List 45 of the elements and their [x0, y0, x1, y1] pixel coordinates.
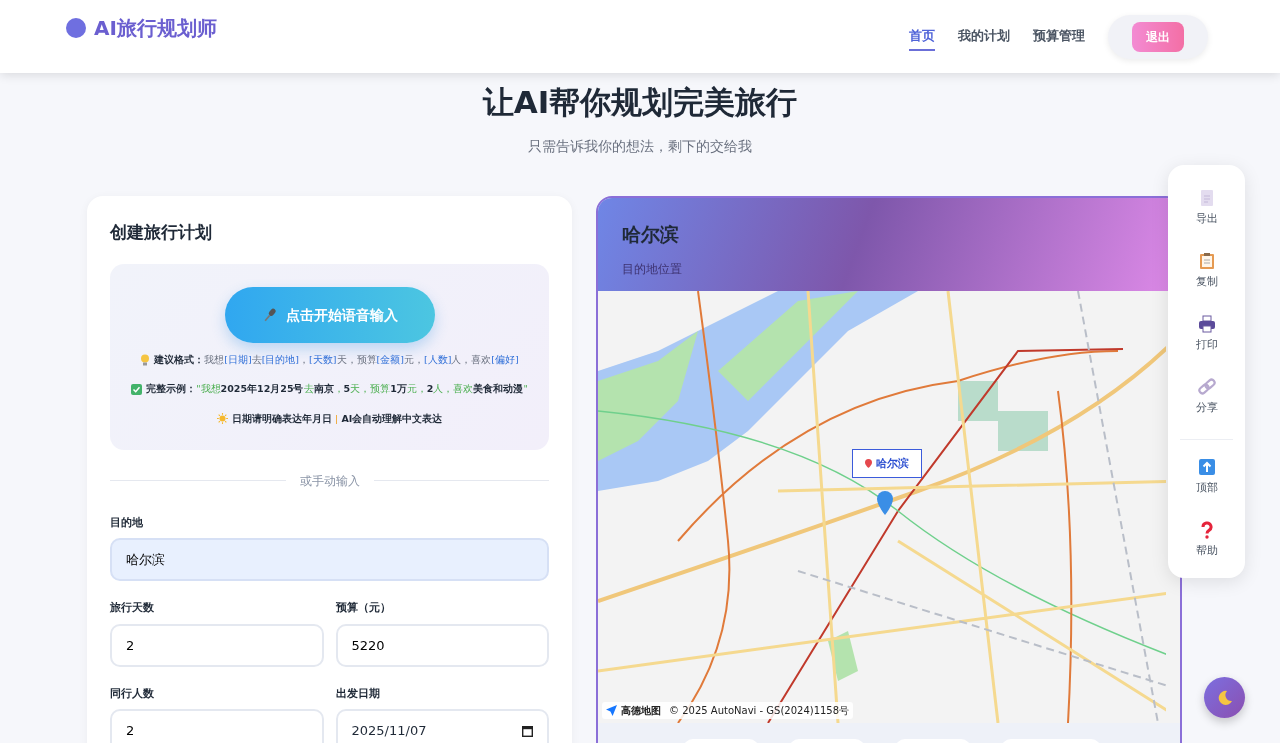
input-field[interactable]: 2 [110, 709, 324, 743]
field-label: 旅行天数 [110, 600, 155, 617]
map-attribution: © 2025 AutoNavi - GS(2024)1158号 [669, 703, 850, 718]
clipboard-icon [1197, 252, 1216, 270]
field-label: 目的地 [110, 514, 144, 531]
divider-label: 或手动输入 [299, 472, 360, 490]
checkmark-icon [131, 383, 143, 395]
logo-circle-icon [66, 17, 86, 38]
printer-icon [1197, 315, 1216, 333]
calendar-icon[interactable] [522, 724, 533, 737]
field-label: 同行人数 [110, 685, 155, 702]
field-label: 预算（元） [335, 600, 392, 617]
field-label: 出发日期 [335, 685, 381, 702]
input-field[interactable]: 2 [110, 623, 324, 667]
toolbar-button[interactable]: 帮助 [1168, 521, 1245, 573]
moon-icon [1216, 689, 1233, 706]
nav-link-tab[interactable]: 首页 [909, 21, 935, 52]
hint-text: 建议格式：我想[日期]去[目的地]，[天数]天，预算[金额]元，[人数]人，喜欢[偏好] [154, 353, 519, 367]
form-title: 创建旅行计划 [110, 220, 213, 244]
toolbar-button[interactable]: 顶部 [1168, 458, 1245, 510]
toolbar-button[interactable]: 打印 [1168, 315, 1245, 367]
map-subtitle: 目的地位置 [622, 261, 683, 278]
sun-icon [216, 413, 228, 425]
nav-link-tab[interactable]: 我的计划 [958, 21, 1010, 52]
map-title: 哈尔滨 [622, 221, 680, 247]
toolbar-button[interactable]: 导出 [1168, 189, 1245, 241]
map-provider-logo: 高德地图 [621, 703, 661, 718]
chain-link-icon [1197, 378, 1216, 396]
pin-icon [865, 458, 872, 468]
toolbar-button[interactable]: 复制 [1168, 252, 1245, 304]
navigation-arrow-icon [606, 704, 617, 716]
lightbulb-icon [140, 354, 151, 367]
dark-mode-toggle[interactable] [1204, 677, 1245, 718]
date-field[interactable]: 2025/11/07 [335, 709, 549, 743]
app-title: AI旅行规划师 [94, 14, 217, 42]
hero-subtitle: 只需告诉我你的想法，剩下的交给我 [527, 136, 753, 156]
hint-text: 日期请明确表达年月日 | AI会自动理解中文表达 [231, 411, 443, 426]
nav-link-tab[interactable]: 预算管理 [1033, 21, 1085, 52]
input-field[interactable]: 哈尔滨 [110, 538, 549, 582]
hero-title: 让AI帮你规划完美旅行 [481, 83, 799, 122]
input-field[interactable]: 5220 [335, 623, 549, 667]
hint-text: 完整示例："我想2025年12月25号去南京，5天，预算1万元，2人，喜欢美食和动漫" [146, 382, 528, 397]
marker-label: 哈尔滨 [852, 448, 922, 479]
map-marker-icon[interactable] [877, 490, 893, 515]
toolbar-button[interactable]: 分享 [1168, 378, 1245, 430]
